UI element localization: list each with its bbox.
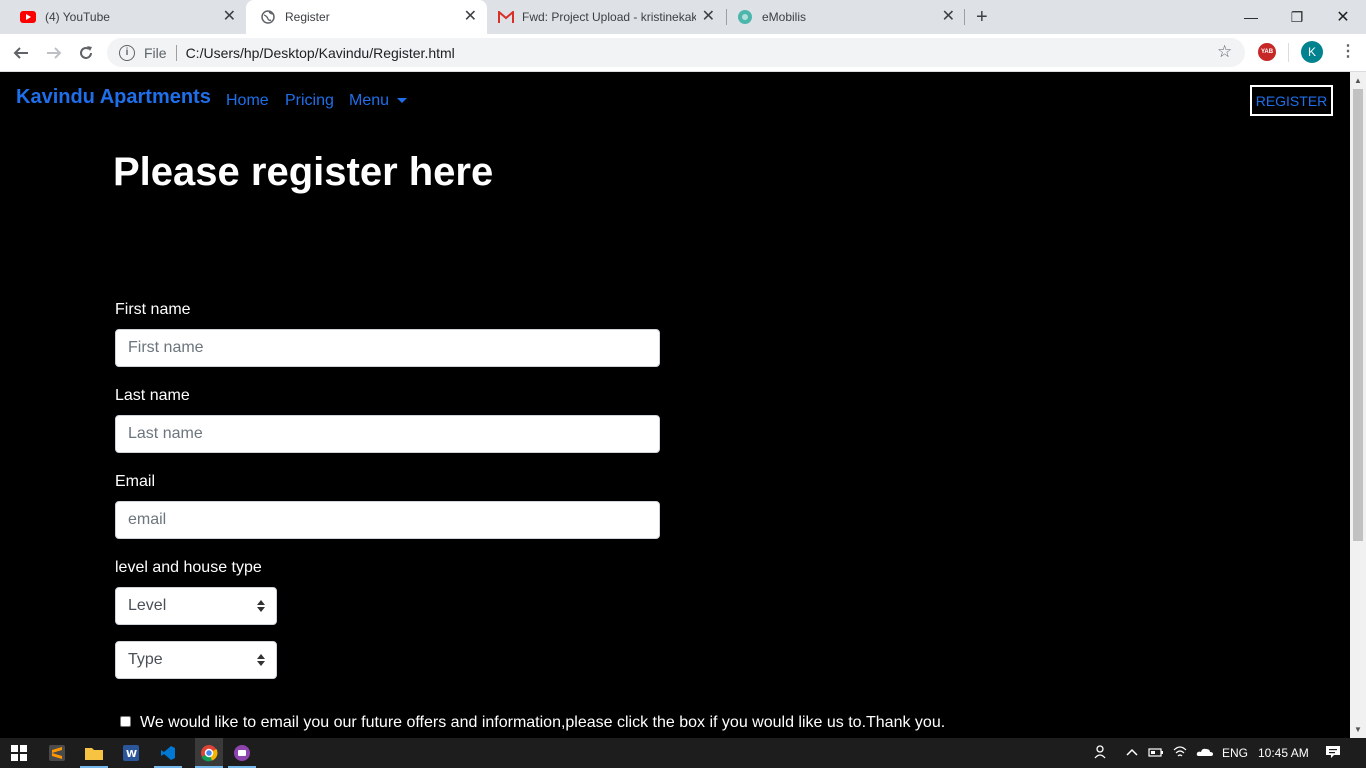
tab-title: Register	[285, 10, 330, 24]
offers-checkbox-label: We would like to email you our future of…	[140, 714, 946, 731]
tab-youtube[interactable]: (4) YouTube ✕	[0, 0, 246, 34]
close-tab-icon[interactable]: ✕	[702, 9, 715, 25]
people-icon[interactable]	[1094, 744, 1110, 763]
caret-down-icon	[397, 98, 408, 104]
emobilis-icon	[737, 9, 753, 25]
windows-taskbar: W ENG 10:45 AM	[0, 738, 1366, 768]
nav-pricing[interactable]: Pricing	[285, 92, 334, 110]
first-name-input[interactable]	[115, 329, 660, 367]
tab-title: eMobilis	[762, 10, 807, 24]
file-explorer-icon[interactable]	[84, 743, 104, 763]
minimize-icon[interactable]: —	[1228, 0, 1274, 34]
close-window-icon[interactable]: ✕	[1320, 0, 1366, 34]
file-scheme-label: File	[144, 44, 167, 61]
language-indicator[interactable]: ENG	[1222, 746, 1248, 760]
tab-title: Fwd: Project Upload - kristinekak	[522, 10, 696, 24]
nav-menu-label: Menu	[349, 92, 390, 109]
info-icon[interactable]: i	[119, 44, 135, 61]
globe-icon	[260, 9, 276, 25]
clock[interactable]: 10:45 AM	[1258, 746, 1309, 760]
email-input[interactable]	[115, 501, 660, 539]
tab-divider	[964, 9, 965, 25]
tab-title: (4) YouTube	[45, 10, 110, 24]
select-arrows-icon	[257, 600, 265, 612]
gmail-icon	[498, 9, 514, 25]
close-tab-icon[interactable]: ✕	[464, 9, 477, 25]
yab-extension-icon[interactable]: YAB	[1258, 43, 1276, 61]
type-select[interactable]: Type	[115, 641, 277, 679]
level-select[interactable]: Level	[115, 587, 277, 625]
scroll-up-icon[interactable]: ▲	[1354, 76, 1362, 85]
tab-emobilis[interactable]: eMobilis ✕	[727, 0, 965, 34]
scroll-down-icon[interactable]: ▼	[1354, 725, 1362, 734]
first-name-label: First name	[115, 301, 191, 318]
show-hidden-icons-icon[interactable]	[1126, 744, 1138, 763]
restore-icon[interactable]: ❐	[1274, 0, 1320, 34]
windows-start-icon[interactable]	[9, 743, 29, 763]
forward-icon[interactable]	[42, 41, 66, 65]
page-content: Kavindu Apartments Home Pricing Menu REG…	[0, 72, 1350, 738]
address-divider	[175, 44, 177, 61]
close-tab-icon[interactable]: ✕	[223, 9, 236, 25]
page-title: Please register here	[113, 150, 494, 194]
battery-icon[interactable]	[1148, 744, 1164, 763]
youtube-icon	[20, 9, 36, 25]
more-menu-icon[interactable]: ⋮	[1340, 41, 1356, 61]
level-select-value: Level	[128, 597, 167, 614]
svg-text:W: W	[126, 749, 137, 760]
brand-logo[interactable]: Kavindu Apartments	[16, 86, 211, 109]
nav-menu-dropdown[interactable]: Menu	[349, 92, 408, 110]
word-icon[interactable]: W	[121, 743, 141, 763]
tab-register[interactable]: Register ✕	[246, 0, 487, 34]
toolbar-divider	[1288, 43, 1289, 62]
action-center-icon[interactable]	[1325, 744, 1341, 763]
wifi-icon[interactable]	[1172, 744, 1188, 763]
type-select-value: Type	[128, 651, 163, 668]
close-tab-icon[interactable]: ✕	[942, 9, 955, 25]
address-bar[interactable]: i File C:/Users/hp/Desktop/Kavindu/Regis…	[107, 38, 1245, 67]
url-text[interactable]: C:/Users/hp/Desktop/Kavindu/Register.htm…	[186, 45, 455, 61]
nav-home[interactable]: Home	[226, 92, 269, 110]
onedrive-icon[interactable]	[1196, 744, 1214, 763]
sublime-text-icon[interactable]	[47, 743, 67, 763]
offers-checkbox[interactable]	[120, 716, 131, 727]
tab-gmail[interactable]: Fwd: Project Upload - kristinekak ✕	[487, 0, 725, 34]
reload-icon[interactable]	[74, 41, 98, 65]
scrollbar-thumb[interactable]	[1353, 89, 1363, 541]
level-type-label: level and house type	[115, 559, 262, 576]
email-label: Email	[115, 473, 156, 490]
browser-toolbar: i File C:/Users/hp/Desktop/Kavindu/Regis…	[0, 34, 1366, 72]
chrome-icon[interactable]	[195, 738, 223, 768]
last-name-label: Last name	[115, 387, 190, 404]
vertical-scrollbar[interactable]: ▲ ▼	[1350, 72, 1366, 738]
last-name-input[interactable]	[115, 415, 660, 453]
profile-avatar[interactable]: K	[1301, 41, 1323, 63]
back-icon[interactable]	[9, 41, 33, 65]
vscode-icon[interactable]	[158, 743, 178, 763]
new-tab-icon[interactable]: +	[976, 6, 988, 29]
register-button[interactable]: REGISTER	[1250, 85, 1333, 116]
browser-tab-strip: (4) YouTube ✕ Register ✕ Fwd: Project Up…	[0, 0, 1366, 34]
bookmark-star-icon[interactable]: ☆	[1217, 42, 1232, 62]
select-arrows-icon	[257, 654, 265, 666]
app-icon[interactable]	[232, 743, 252, 763]
